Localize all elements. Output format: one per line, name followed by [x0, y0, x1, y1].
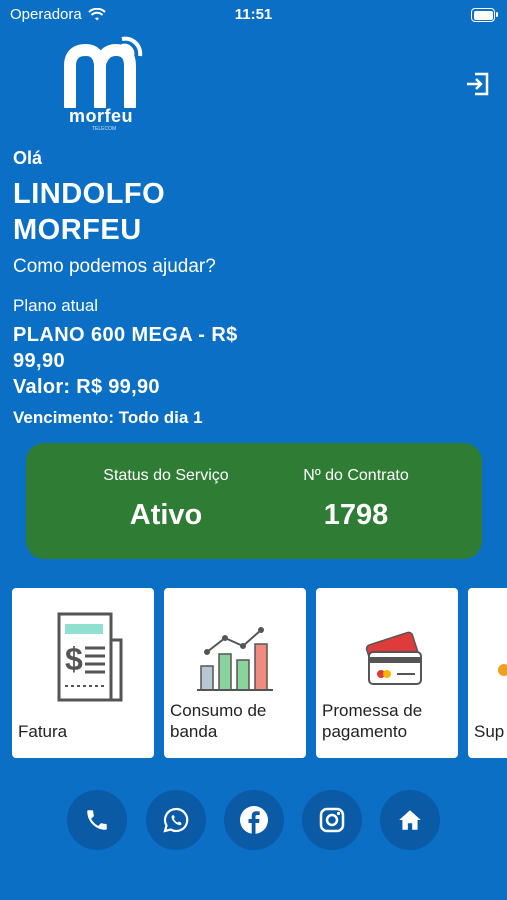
phone-button[interactable]: [67, 790, 127, 850]
whatsapp-icon: [163, 807, 189, 833]
invoice-tile[interactable]: $ Fatura: [12, 588, 154, 758]
instagram-icon: [319, 807, 345, 833]
facebook-button[interactable]: [224, 790, 284, 850]
home-button[interactable]: [380, 790, 440, 850]
service-status-card: Status do Serviço Ativo Nº do Contrato 1…: [26, 443, 482, 559]
bandwidth-chart-icon: [197, 627, 273, 691]
support-icon: [498, 664, 507, 676]
service-status: Status do Serviço Ativo: [86, 467, 246, 532]
logo-subtitle: TELECOM: [92, 126, 117, 132]
home-icon: [399, 810, 421, 830]
logout-icon: [467, 72, 489, 96]
battery-icon: [471, 8, 498, 22]
bottom-nav: [0, 790, 507, 852]
payment-promise-tile[interactable]: Promessa de pagamento: [316, 588, 458, 758]
user-name: LINDOLFO MORFEU: [13, 178, 166, 246]
contract-value: 1798: [323, 499, 389, 531]
due-date: Vencimento: Todo dia 1: [13, 408, 203, 427]
plan-label: Plano atual: [13, 296, 99, 315]
support-tile[interactable]: Sup: [468, 588, 507, 758]
contract-label: Nº do Contrato: [303, 467, 409, 484]
facebook-icon: [240, 806, 268, 834]
help-prompt: Como podemos ajudar?: [13, 256, 216, 277]
tile-label-invoice: Fatura: [18, 722, 68, 741]
svg-text:$: $: [65, 641, 83, 677]
invoice-icon: $: [57, 612, 123, 702]
whatsapp-button[interactable]: [146, 790, 206, 850]
service-status-label: Status do Serviço: [103, 467, 229, 484]
logo-mark: [64, 36, 143, 112]
tile-label-support: Sup: [474, 722, 505, 741]
credit-card-icon: [365, 631, 422, 685]
service-status-value: Ativo: [129, 499, 203, 531]
contract-number: Nº do Contrato 1798: [276, 467, 436, 532]
plan-value: Valor: R$ 99,90: [13, 376, 160, 398]
phone-icon: [87, 810, 107, 830]
instagram-button[interactable]: [302, 790, 362, 850]
tile-label-bandwidth: Consumo de banda: [170, 701, 267, 741]
plan-name: PLANO 600 MEGA - R$ 99,90: [13, 324, 238, 372]
tile-label-payment-promise: Promessa de pagamento: [322, 701, 423, 741]
brand-logo: morfeu TELECOM: [64, 36, 154, 132]
bandwidth-tile[interactable]: Consumo de banda: [164, 588, 306, 758]
clock: 11:51: [234, 6, 273, 23]
logout-button[interactable]: [464, 70, 492, 98]
status-bar: Operadora 11:51: [0, 0, 507, 30]
logo-wordmark: morfeu: [68, 106, 133, 126]
greeting-hello: Olá: [13, 148, 43, 168]
